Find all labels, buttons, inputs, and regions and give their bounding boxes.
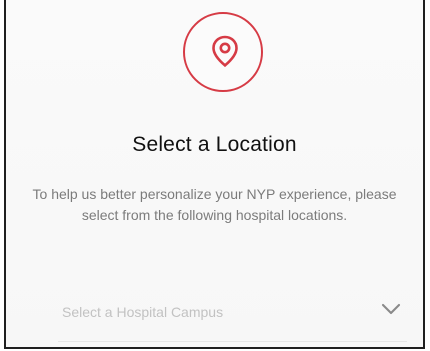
location-description: To help us better personalize your NYP e… [32, 186, 397, 223]
page-title: Select a Location [132, 133, 297, 156]
location-selector-card: Select a Location To help us better pers… [4, 0, 425, 349]
hospital-campus-dropdown[interactable]: Select a Hospital Campus [58, 288, 407, 342]
hospital-campus-placeholder: Select a Hospital Campus [62, 304, 224, 320]
chevron-down-icon[interactable] [381, 302, 401, 316]
location-icon-circle [183, 12, 263, 92]
location-pin-icon [212, 35, 238, 68]
